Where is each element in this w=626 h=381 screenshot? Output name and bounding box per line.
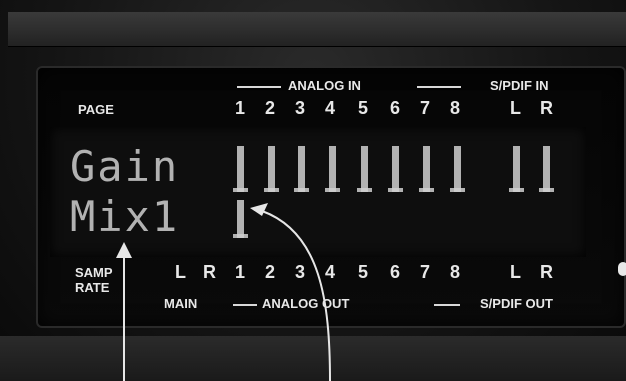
- mix-callout-line: [261, 210, 331, 381]
- mix-callout-arrowhead: [250, 203, 268, 216]
- samp-rate-callout-arrowhead: [116, 242, 132, 258]
- callout-arrows: [116, 203, 331, 381]
- hardware-front-panel: PAGE ANALOG IN S/PDIF IN 1 2 3 4 5 6 7 8…: [0, 0, 626, 381]
